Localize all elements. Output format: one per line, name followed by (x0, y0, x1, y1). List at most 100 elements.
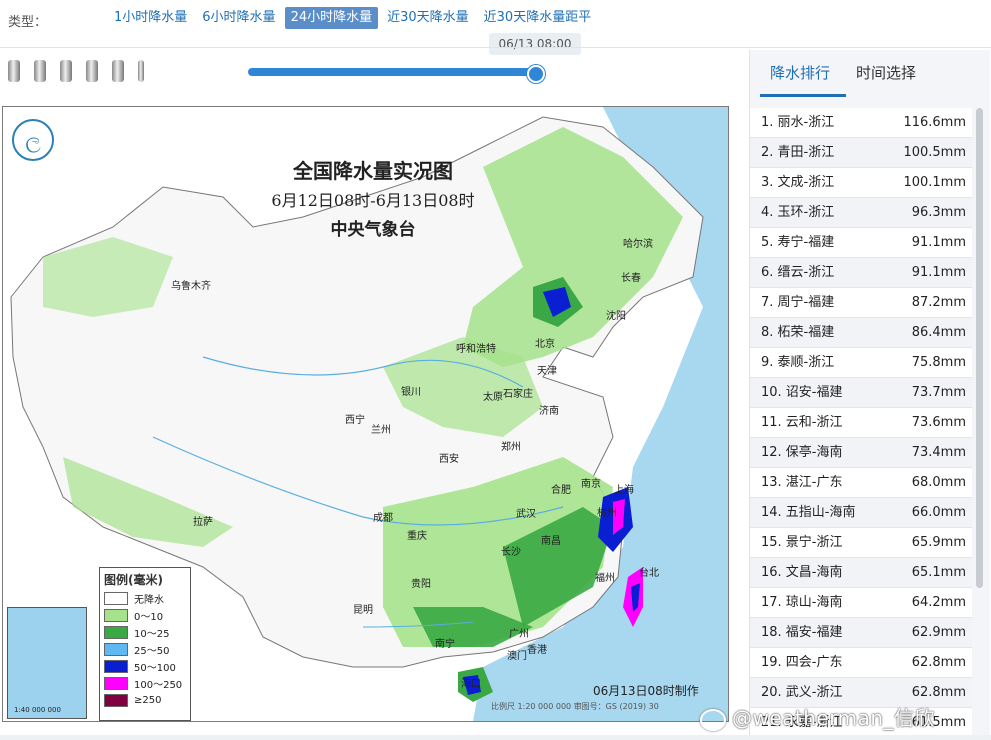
legend-label: 50～100 (134, 663, 176, 674)
timeline-slider-track[interactable] (248, 68, 536, 76)
legend-title: 图例(毫米) (104, 573, 163, 587)
ranking-station: 6. 缙云-浙江 (761, 265, 835, 280)
ranking-row[interactable]: 15. 景宁-浙江 65.9mm (750, 528, 972, 558)
city-label: 杭州 (597, 508, 617, 519)
city-label: 哈尔滨 (623, 239, 653, 250)
next-frame-button[interactable] (112, 60, 124, 82)
type-tab-24h[interactable]: 24小时降水量 (284, 7, 379, 29)
ranking-row[interactable]: 8. 柘荣-福建 86.4mm (750, 318, 972, 348)
first-frame-button[interactable] (8, 60, 20, 82)
tab-rain-ranking[interactable]: 降水排行 (770, 62, 830, 83)
legend-item: 50～100 (100, 658, 190, 675)
tab-time-select[interactable]: 时间选择 (856, 62, 916, 83)
ranking-row[interactable]: 5. 寿宁-福建 91.1mm (750, 228, 972, 258)
legend-item: 无降水 (100, 590, 190, 607)
watermark: @weatherman_信欣 (700, 702, 935, 731)
playback-controls (8, 60, 158, 82)
legend-item: 10～25 (100, 624, 190, 641)
ranking-row[interactable]: 12. 保亭-海南 73.4mm (750, 438, 972, 468)
ranking-row[interactable]: 17. 琼山-海南 64.2mm (750, 588, 972, 618)
city-label: 南京 (581, 479, 601, 490)
ranking-row[interactable]: 14. 五指山-海南 66.0mm (750, 498, 972, 528)
legend-item: 25～50 (100, 641, 190, 658)
ranking-station: 13. 湛江-广东 (761, 475, 843, 490)
ranking-value: 86.4mm (911, 325, 966, 340)
city-label: 香港 (527, 645, 547, 656)
city-label: 天津 (537, 366, 557, 377)
last-frame-button[interactable] (138, 60, 144, 82)
legend-swatch (104, 592, 128, 605)
ranking-row[interactable]: 3. 文成-浙江 100.1mm (750, 168, 972, 198)
city-label: 长春 (621, 273, 641, 284)
type-tab-6h[interactable]: 6小时降水量 (196, 7, 281, 29)
scale-text: 比例尺 1:20 000 000 (491, 702, 572, 711)
ranking-value: 87.2mm (911, 295, 966, 310)
ranking-value: 91.1mm (911, 235, 966, 250)
ranking-row[interactable]: 6. 缙云-浙江 91.1mm (750, 258, 972, 288)
approval-text: 审图号：GS (2019) 30 (573, 702, 659, 711)
ranking-row[interactable]: 16. 文昌-海南 65.1mm (750, 558, 972, 588)
city-label: 沈阳 (606, 311, 626, 322)
header-divider (0, 47, 991, 48)
legend-swatch (104, 660, 128, 673)
ranking-station: 7. 周宁-福建 (761, 295, 835, 310)
ranking-value: 100.1mm (903, 175, 966, 190)
type-tab-30d-anomaly[interactable]: 近30天降水量距平 (478, 7, 598, 29)
legend-label: 100～250 (134, 680, 183, 691)
city-label: 昆明 (353, 605, 373, 616)
city-label: 银川 (401, 387, 421, 398)
inset-scale: 1:40 000 000 (14, 706, 61, 714)
bottom-strip (0, 735, 991, 740)
ranking-row[interactable]: 1. 丽水-浙江 116.6mm (750, 108, 972, 138)
legend-label: 10～25 (134, 629, 170, 640)
ranking-station: 3. 文成-浙江 (761, 175, 835, 190)
ranking-row[interactable]: 2. 青田-浙江 100.5mm (750, 138, 972, 168)
timeline-slider-handle[interactable] (527, 65, 545, 83)
ranking-value: 116.6mm (903, 115, 966, 130)
ranking-row[interactable]: 7. 周宁-福建 87.2mm (750, 288, 972, 318)
legend-swatch (104, 694, 128, 707)
ranking-value: 65.1mm (911, 565, 966, 580)
legend-swatch (104, 626, 128, 639)
ranking-station: 17. 琼山-海南 (761, 595, 843, 610)
type-tabs: 1小时降水量 6小时降水量 24小时降水量 近30天降水量 近30天降水量距平 (108, 7, 600, 29)
ranking-row[interactable]: 18. 福安-福建 62.9mm (750, 618, 972, 648)
city-label: 上海 (614, 485, 634, 496)
ranking-value: 66.0mm (911, 505, 966, 520)
ranking-station: 11. 云和-浙江 (761, 415, 843, 430)
city-label: 石家庄 (503, 389, 533, 400)
ranking-value: 73.6mm (911, 415, 966, 430)
city-label: 郑州 (501, 442, 521, 453)
type-tab-1h[interactable]: 1小时降水量 (108, 7, 193, 29)
ranking-row[interactable]: 4. 玉环-浙江 96.3mm (750, 198, 972, 228)
legend-label: ≥250 (134, 695, 162, 706)
ranking-value: 100.5mm (903, 145, 966, 160)
type-tab-30d[interactable]: 近30天降水量 (381, 7, 475, 29)
ranking-row[interactable]: 13. 湛江-广东 68.0mm (750, 468, 972, 498)
ranking-station: 2. 青田-浙江 (761, 145, 835, 160)
ranking-row[interactable]: 11. 云和-浙江 73.6mm (750, 408, 972, 438)
scale-note: 比例尺 1:20 000 000 审图号：GS (2019) 30 (491, 701, 659, 712)
ranking-station: 18. 福安-福建 (761, 625, 843, 640)
active-tab-indicator (760, 94, 846, 97)
ranking-row[interactable]: 10. 诏安-福建 73.7mm (750, 378, 972, 408)
city-label: 拉萨 (193, 517, 213, 528)
ranking-value: 73.7mm (911, 385, 966, 400)
south-china-sea-inset: 1:40 000 000 (7, 607, 87, 719)
ranking-scrollbar[interactable] (976, 108, 983, 588)
ranking-row[interactable]: 9. 泰顺-浙江 75.8mm (750, 348, 972, 378)
watermark-text: @weatherman_信欣 (732, 706, 936, 730)
play-button[interactable] (60, 60, 72, 82)
legend-item: 100～250 (100, 675, 190, 692)
ranking-row[interactable]: 19. 四会-广东 62.8mm (750, 648, 972, 678)
map-subtitle: 6月12日08时-6月13日08时 (271, 191, 475, 210)
pause-button[interactable] (86, 60, 98, 82)
city-label: 福州 (595, 573, 615, 584)
map-legend: 图例(毫米) 无降水 0～10 10～25 25～50 50～100 100～2… (99, 567, 191, 721)
ranking-station: 14. 五指山-海南 (761, 505, 856, 520)
city-label: 南昌 (541, 536, 561, 547)
city-label: 长沙 (501, 547, 521, 558)
prev-frame-button[interactable] (34, 60, 46, 82)
city-label: 成都 (373, 513, 393, 524)
ranking-value: 91.1mm (911, 265, 966, 280)
